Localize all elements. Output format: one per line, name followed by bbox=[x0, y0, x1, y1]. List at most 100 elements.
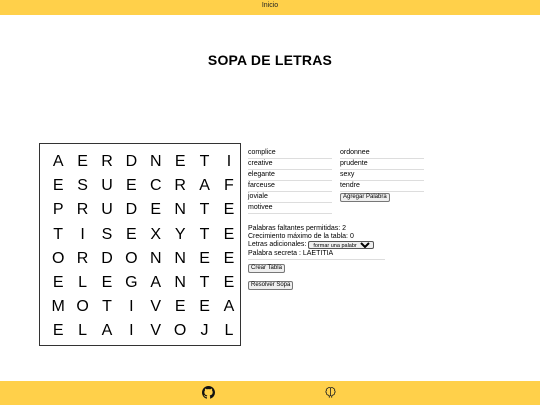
grid-cell[interactable]: E bbox=[217, 225, 241, 249]
word-item: joviale bbox=[248, 192, 332, 203]
grid-cell[interactable]: O bbox=[46, 249, 70, 273]
word-item: ordonnee bbox=[340, 148, 424, 159]
word-item: motivee bbox=[248, 203, 332, 214]
grid-cell[interactable]: S bbox=[70, 176, 94, 200]
secreta-value: LAETITIA bbox=[302, 249, 334, 257]
solve-button[interactable]: Resolver Sopa bbox=[248, 281, 294, 290]
grid-cell[interactable]: N bbox=[144, 152, 168, 176]
letter-grid: AERDNETIESUECRAFPRUDENTETISEXYTEORDONNEE… bbox=[46, 152, 241, 346]
letras-select[interactable]: formar una palabra sec bbox=[308, 241, 375, 250]
grid-cell[interactable]: R bbox=[70, 249, 94, 273]
grid-cell[interactable]: O bbox=[119, 249, 143, 273]
grid-cell[interactable]: T bbox=[192, 152, 216, 176]
home-link[interactable]: Inicio bbox=[0, 2, 540, 9]
grid-cell[interactable]: T bbox=[46, 225, 70, 249]
grid-cell[interactable]: L bbox=[70, 273, 94, 297]
grid-cell[interactable]: N bbox=[168, 249, 192, 273]
grid-cell[interactable]: V bbox=[144, 297, 168, 321]
grid-cell[interactable]: E bbox=[46, 176, 70, 200]
grid-cell[interactable]: E bbox=[192, 249, 216, 273]
grid-cell[interactable]: E bbox=[217, 273, 241, 297]
word-list: complice ordonnee creative prudente eleg… bbox=[248, 148, 428, 214]
word-item: sexy bbox=[340, 170, 424, 181]
grid-cell[interactable]: O bbox=[168, 321, 192, 345]
grid-cell[interactable]: E bbox=[119, 176, 143, 200]
grid-cell[interactable]: E bbox=[70, 152, 94, 176]
grid-cell[interactable]: A bbox=[144, 273, 168, 297]
faltantes-label: Palabras faltantes permitidas: bbox=[248, 225, 341, 232]
grid-cell[interactable]: T bbox=[192, 273, 216, 297]
word-item: complice bbox=[248, 148, 332, 159]
grid-cell[interactable]: G bbox=[119, 273, 143, 297]
grid-cell[interactable]: R bbox=[70, 200, 94, 224]
grid-cell[interactable]: D bbox=[119, 200, 143, 224]
grid-cell[interactable]: E bbox=[217, 249, 241, 273]
grid-cell[interactable]: I bbox=[217, 152, 241, 176]
letras-label: Letras adicionales: bbox=[248, 241, 307, 249]
grid-cell[interactable]: O bbox=[70, 297, 94, 321]
grid-cell[interactable]: I bbox=[119, 297, 143, 321]
grid-cell[interactable]: N bbox=[168, 273, 192, 297]
grid-cell[interactable]: U bbox=[95, 176, 119, 200]
grid-cell[interactable]: E bbox=[119, 225, 143, 249]
faltantes-value: 2 bbox=[342, 225, 347, 232]
word-search-board: AERDNETIESUECRAFPRUDENTETISEXYTEORDONNEE… bbox=[39, 143, 241, 346]
grid-cell[interactable]: N bbox=[144, 249, 168, 273]
grid-cell[interactable]: A bbox=[95, 321, 119, 345]
grid-cell[interactable]: D bbox=[95, 249, 119, 273]
grid-cell[interactable]: X bbox=[144, 225, 168, 249]
crecimiento-row: Crecimiento máximo de la tabla: 0 bbox=[248, 233, 408, 241]
grid-cell[interactable]: R bbox=[168, 176, 192, 200]
footer-bar bbox=[0, 381, 540, 405]
word-item: elegante bbox=[248, 170, 332, 181]
grid-cell[interactable]: M bbox=[46, 297, 70, 321]
add-word-button[interactable]: Agregar Palabra bbox=[340, 193, 390, 202]
grid-cell[interactable]: N bbox=[168, 200, 192, 224]
grid-cell[interactable]: A bbox=[217, 297, 241, 321]
page-title: SOPA DE LETRAS bbox=[207, 52, 333, 68]
grid-cell[interactable]: L bbox=[70, 321, 94, 345]
github-icon[interactable] bbox=[202, 386, 215, 399]
word-item: prudente bbox=[340, 159, 424, 170]
grid-cell[interactable]: E bbox=[144, 200, 168, 224]
brain-icon[interactable] bbox=[324, 386, 337, 399]
grid-cell[interactable]: E bbox=[46, 321, 70, 345]
word-item: farceuse bbox=[248, 181, 332, 192]
grid-cell[interactable]: T bbox=[192, 200, 216, 224]
crecimiento-value: 0 bbox=[349, 233, 354, 241]
top-nav-bar: Inicio bbox=[0, 0, 540, 15]
secreta-label: Palabra secreta : bbox=[248, 249, 301, 257]
grid-cell[interactable]: V bbox=[144, 321, 168, 345]
grid-cell[interactable]: E bbox=[168, 152, 192, 176]
grid-cell[interactable]: T bbox=[95, 297, 119, 321]
grid-cell[interactable]: L bbox=[217, 321, 241, 345]
grid-cell[interactable]: D bbox=[119, 152, 143, 176]
grid-cell[interactable]: C bbox=[144, 176, 168, 200]
grid-cell[interactable]: Y bbox=[168, 225, 192, 249]
divider bbox=[248, 258, 385, 260]
create-table-button[interactable]: Crear Tabla bbox=[248, 264, 285, 273]
grid-cell[interactable]: T bbox=[192, 225, 216, 249]
grid-cell[interactable]: E bbox=[46, 273, 70, 297]
grid-cell[interactable]: P bbox=[46, 200, 70, 224]
word-item: creative bbox=[248, 159, 332, 170]
grid-cell[interactable]: U bbox=[95, 200, 119, 224]
grid-cell[interactable]: F bbox=[217, 176, 241, 200]
grid-cell[interactable]: A bbox=[192, 176, 216, 200]
grid-cell[interactable]: E bbox=[95, 273, 119, 297]
grid-cell[interactable]: R bbox=[95, 152, 119, 176]
settings-panel: Palabras faltantes permitidas: 2 Crecimi… bbox=[248, 225, 408, 260]
letras-row: Letras adicionales: formar una palabra s… bbox=[248, 241, 408, 250]
faltantes-row: Palabras faltantes permitidas: 2 bbox=[248, 225, 408, 233]
grid-cell[interactable]: I bbox=[70, 225, 94, 249]
grid-cell[interactable]: E bbox=[192, 297, 216, 321]
word-item: tendre bbox=[340, 181, 424, 192]
crecimiento-label: Crecimiento máximo de la tabla: bbox=[248, 233, 348, 241]
secreta-row: Palabra secreta : LAETITIA bbox=[248, 250, 408, 258]
grid-cell[interactable]: E bbox=[168, 297, 192, 321]
grid-cell[interactable]: I bbox=[119, 321, 143, 345]
grid-cell[interactable]: A bbox=[46, 152, 70, 176]
grid-cell[interactable]: E bbox=[217, 200, 241, 224]
grid-cell[interactable]: J bbox=[192, 321, 216, 345]
grid-cell[interactable]: S bbox=[95, 225, 119, 249]
